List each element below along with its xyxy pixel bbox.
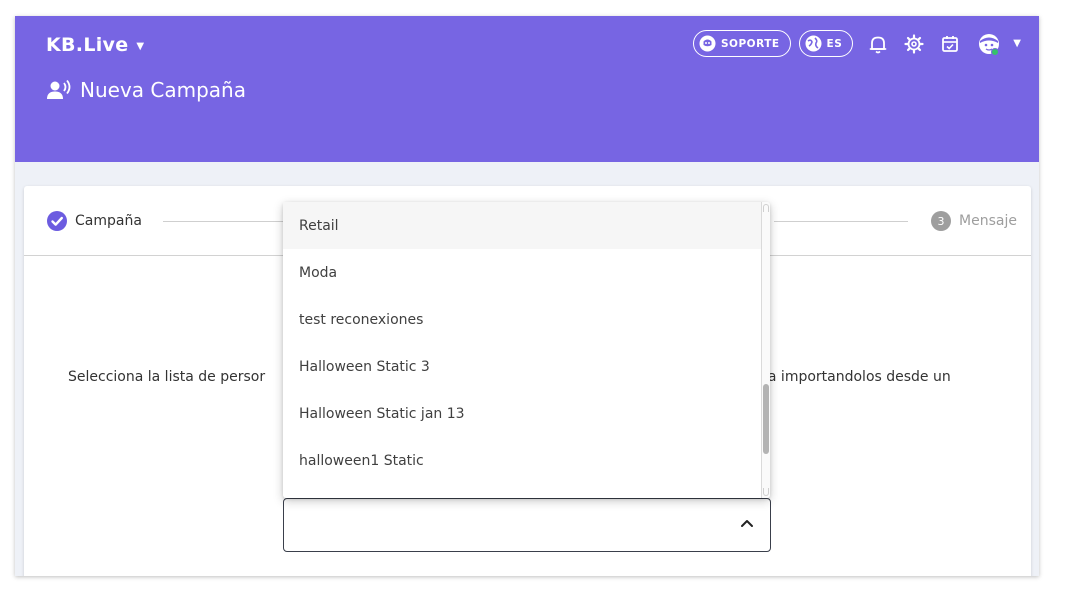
description-text: Selecciona la lista de persor	[68, 369, 266, 385]
step-connector	[774, 221, 908, 222]
app-window: KB.Live ▼ Nueva Campaña SOPORTE ES ▼ Cam…	[15, 16, 1039, 576]
list-select[interactable]	[283, 498, 771, 552]
top-actions: SOPORTE ES ▼	[692, 30, 1021, 57]
online-status-dot	[991, 47, 1000, 56]
page-title-text: Nueva Campaña	[80, 78, 246, 102]
list-option[interactable]: Halloween Static jan 13	[283, 390, 761, 437]
support-chat-icon	[699, 35, 716, 52]
support-button[interactable]: SOPORTE	[692, 30, 791, 57]
speaking-person-icon	[47, 79, 71, 99]
description-text: eva importandolos desde un	[751, 369, 951, 385]
caret-down-icon[interactable]: ▼	[1013, 38, 1021, 49]
step-number: 3	[931, 211, 952, 231]
step-campaign-label: Campaña	[75, 213, 142, 229]
list-option[interactable]: Retail	[283, 202, 761, 249]
calendar-button[interactable]	[939, 33, 961, 55]
bell-icon	[869, 36, 887, 53]
settings-button[interactable]	[903, 33, 925, 55]
scrollbar-up-arrow[interactable]	[763, 204, 769, 212]
scrollbar-thumb[interactable]	[763, 384, 769, 454]
brand-name: KB.Live	[46, 34, 129, 56]
language-label: ES	[826, 37, 843, 50]
check-circle-icon	[47, 211, 67, 231]
notifications-button[interactable]	[867, 33, 889, 55]
caret-down-icon: ▼	[136, 40, 145, 52]
chevron-up-icon	[741, 520, 753, 527]
top-bar: KB.Live ▼ Nueva Campaña SOPORTE ES ▼	[15, 16, 1039, 162]
list-option[interactable]: test reconexiones	[283, 296, 761, 343]
user-avatar[interactable]	[977, 32, 1001, 56]
support-label: SOPORTE	[720, 37, 780, 50]
globe-icon	[805, 35, 822, 52]
list-option[interactable]: Moda	[283, 249, 761, 296]
list-dropdown-menu: Retail Moda test reconexiones Halloween …	[283, 202, 770, 498]
brand-menu[interactable]: KB.Live ▼	[46, 34, 144, 56]
step-message-label: Mensaje	[959, 213, 1017, 229]
language-button[interactable]: ES	[798, 30, 854, 57]
scrollbar-down-arrow[interactable]	[763, 488, 769, 496]
calendar-check-icon	[942, 35, 959, 52]
gear-icon	[904, 33, 924, 54]
step-campaign[interactable]: Campaña	[46, 210, 142, 232]
page-title: Nueva Campaña	[46, 78, 246, 102]
list-option[interactable]: Halloween Static 3	[283, 343, 761, 390]
step-message[interactable]: 3 Mensaje	[931, 211, 1017, 231]
list-option[interactable]: halloween1 Static	[283, 437, 761, 484]
step-connector	[163, 221, 288, 222]
